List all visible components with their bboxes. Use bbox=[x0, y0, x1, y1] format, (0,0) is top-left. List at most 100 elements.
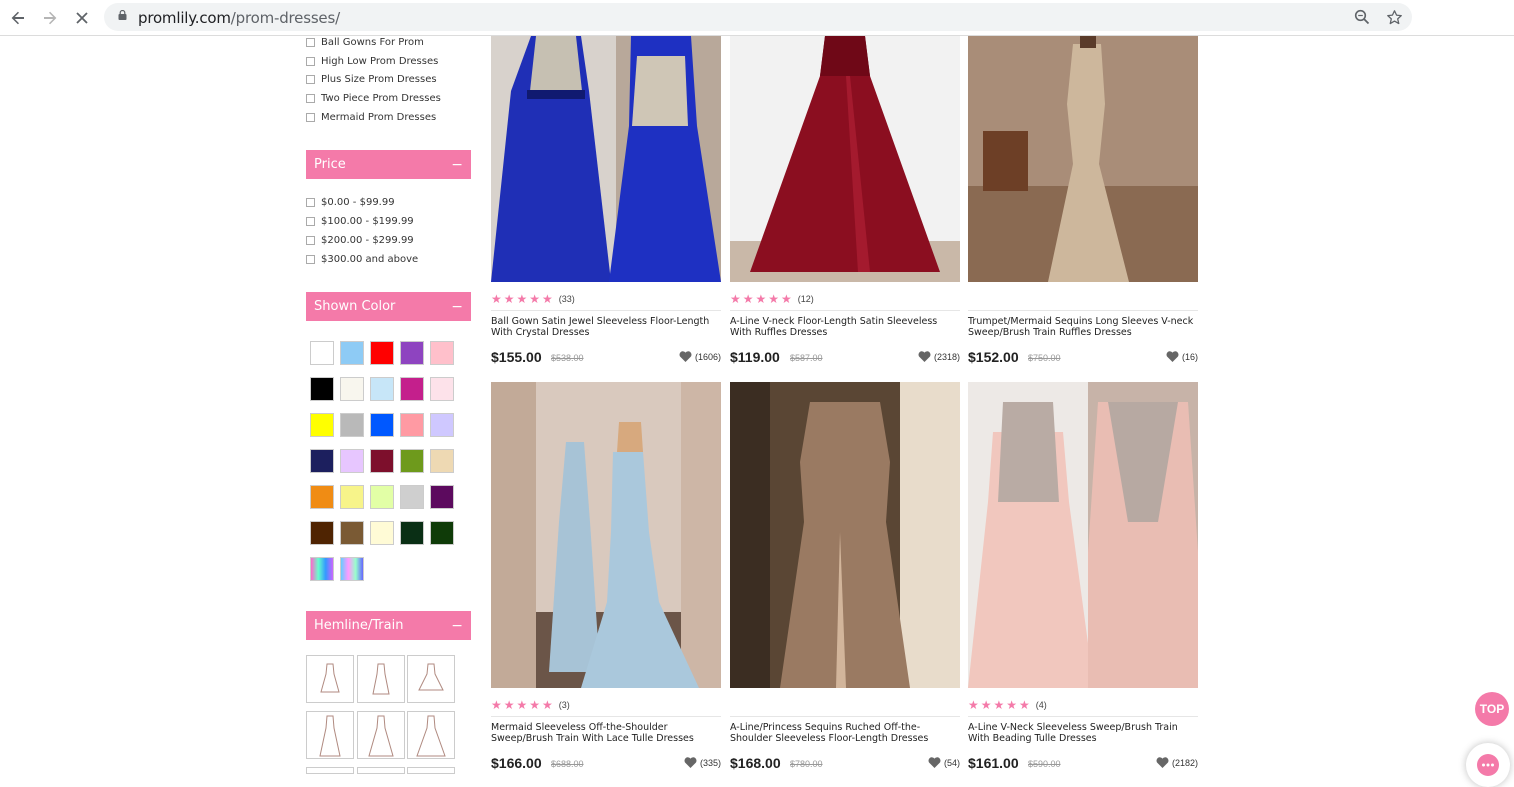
filter-two-piece[interactable]: Two Piece Prom Dresses bbox=[306, 91, 441, 105]
hemline-tea-option[interactable] bbox=[407, 655, 455, 703]
color-swatch[interactable] bbox=[310, 341, 334, 365]
color-swatch[interactable] bbox=[340, 485, 364, 509]
heart-icon[interactable] bbox=[679, 351, 692, 362]
address-bar[interactable]: promlily.com/prom-dresses/ bbox=[104, 3, 1412, 31]
original-price: $538.00 bbox=[551, 353, 584, 363]
back-arrow-icon[interactable] bbox=[6, 6, 30, 30]
product-title[interactable]: Ball Gown Satin Jewel Sleeveless Floor-L… bbox=[491, 316, 721, 338]
hemline-court-option[interactable] bbox=[407, 711, 455, 759]
wishlist[interactable]: (54) bbox=[928, 757, 960, 768]
color-swatch[interactable] bbox=[370, 341, 394, 365]
product-image[interactable] bbox=[968, 36, 1198, 282]
heart-icon[interactable] bbox=[1156, 757, 1169, 768]
product-title[interactable]: A-Line V-Neck Sleeveless Sweep/Brush Tra… bbox=[968, 722, 1198, 744]
color-swatch[interactable] bbox=[340, 557, 364, 581]
color-swatch[interactable] bbox=[370, 377, 394, 401]
color-swatch[interactable] bbox=[430, 521, 454, 545]
color-swatch[interactable] bbox=[310, 485, 334, 509]
color-swatch[interactable] bbox=[430, 377, 454, 401]
color-swatch[interactable] bbox=[310, 521, 334, 545]
hemline-sweep-option[interactable] bbox=[357, 711, 405, 759]
price-section-header[interactable]: Price − bbox=[306, 150, 471, 179]
checkbox[interactable] bbox=[306, 254, 315, 264]
product-title[interactable]: A-Line/Princess Sequins Ruched Off-the-S… bbox=[730, 722, 960, 744]
filter-price-0-99[interactable]: $0.00 - $99.99 bbox=[306, 195, 395, 209]
color-swatch[interactable] bbox=[370, 521, 394, 545]
checkbox[interactable] bbox=[306, 37, 315, 47]
product-title[interactable]: Mermaid Sleeveless Off-the-Shoulder Swee… bbox=[491, 722, 721, 744]
color-swatch[interactable] bbox=[370, 413, 394, 437]
color-swatch[interactable] bbox=[430, 485, 454, 509]
stop-loading-icon[interactable] bbox=[70, 6, 94, 30]
color-swatch[interactable] bbox=[370, 485, 394, 509]
filter-high-low[interactable]: High Low Prom Dresses bbox=[306, 54, 438, 68]
zoom-icon[interactable] bbox=[1352, 7, 1372, 27]
color-swatch[interactable] bbox=[430, 341, 454, 365]
checkbox[interactable] bbox=[306, 197, 315, 207]
color-swatch[interactable] bbox=[310, 449, 334, 473]
checkbox[interactable] bbox=[306, 74, 315, 84]
heart-icon[interactable] bbox=[928, 757, 941, 768]
product-title[interactable]: A-Line V-neck Floor-Length Satin Sleevel… bbox=[730, 316, 960, 338]
product-image[interactable] bbox=[730, 36, 960, 282]
product-image[interactable] bbox=[491, 36, 721, 282]
wishlist[interactable]: (1606) bbox=[679, 351, 721, 362]
color-swatch[interactable] bbox=[430, 449, 454, 473]
forward-arrow-icon[interactable] bbox=[38, 6, 62, 30]
wishlist[interactable]: (16) bbox=[1166, 351, 1198, 362]
filter-price-100-199[interactable]: $100.00 - $199.99 bbox=[306, 214, 414, 228]
color-swatch[interactable] bbox=[340, 449, 364, 473]
product-image[interactable] bbox=[730, 382, 960, 688]
color-swatch[interactable] bbox=[400, 485, 424, 509]
color-swatch[interactable] bbox=[430, 413, 454, 437]
hemline-floor-option[interactable] bbox=[306, 711, 354, 759]
hemline-knee-option[interactable] bbox=[357, 655, 405, 703]
color-swatch[interactable] bbox=[400, 413, 424, 437]
color-swatch[interactable] bbox=[340, 377, 364, 401]
color-swatch[interactable] bbox=[400, 521, 424, 545]
heart-icon[interactable] bbox=[918, 351, 931, 362]
wishlist[interactable]: (2182) bbox=[1156, 757, 1198, 768]
filter-price-200-299[interactable]: $200.00 - $299.99 bbox=[306, 233, 414, 247]
checkbox[interactable] bbox=[306, 112, 315, 122]
checkbox[interactable] bbox=[306, 93, 315, 103]
color-swatch[interactable] bbox=[310, 413, 334, 437]
collapse-icon[interactable]: − bbox=[451, 618, 463, 634]
hemline-section-header[interactable]: Hemline/Train − bbox=[306, 611, 471, 640]
checkbox[interactable] bbox=[306, 216, 315, 226]
color-swatch[interactable] bbox=[310, 377, 334, 401]
checkbox[interactable] bbox=[306, 56, 315, 66]
hemline-short-option[interactable] bbox=[306, 655, 354, 703]
color-swatch[interactable] bbox=[340, 413, 364, 437]
hemline-option[interactable] bbox=[407, 767, 455, 774]
back-to-top-button[interactable]: TOP bbox=[1475, 692, 1509, 726]
color-swatch[interactable] bbox=[340, 521, 364, 545]
color-swatch[interactable] bbox=[310, 557, 334, 581]
heart-icon[interactable] bbox=[684, 757, 697, 768]
collapse-icon[interactable]: − bbox=[451, 157, 463, 173]
product-image[interactable] bbox=[968, 382, 1198, 688]
product-image[interactable] bbox=[491, 382, 721, 688]
filter-ball-gowns[interactable]: Ball Gowns For Prom bbox=[306, 35, 424, 49]
hemline-option[interactable] bbox=[306, 767, 354, 774]
color-swatch[interactable] bbox=[400, 341, 424, 365]
wishlist[interactable]: (2318) bbox=[918, 351, 960, 362]
color-swatch[interactable] bbox=[340, 341, 364, 365]
collapse-icon[interactable]: − bbox=[451, 299, 463, 315]
wishlist[interactable]: (335) bbox=[684, 757, 721, 768]
chat-button[interactable] bbox=[1466, 743, 1510, 787]
filter-mermaid[interactable]: Mermaid Prom Dresses bbox=[306, 110, 436, 124]
url-text[interactable]: promlily.com/prom-dresses/ bbox=[138, 9, 340, 27]
star-bookmark-icon[interactable] bbox=[1384, 7, 1404, 27]
filter-price-300-up[interactable]: $300.00 and above bbox=[306, 252, 418, 266]
color-swatch[interactable] bbox=[370, 449, 394, 473]
original-price: $590.00 bbox=[1028, 759, 1061, 769]
color-section-header[interactable]: Shown Color − bbox=[306, 292, 471, 321]
product-title[interactable]: Trumpet/Mermaid Sequins Long Sleeves V-n… bbox=[968, 316, 1198, 338]
heart-icon[interactable] bbox=[1166, 351, 1179, 362]
color-swatch[interactable] bbox=[400, 449, 424, 473]
checkbox[interactable] bbox=[306, 235, 315, 245]
filter-plus-size[interactable]: Plus Size Prom Dresses bbox=[306, 72, 437, 86]
color-swatch[interactable] bbox=[400, 377, 424, 401]
hemline-option[interactable] bbox=[357, 767, 405, 774]
